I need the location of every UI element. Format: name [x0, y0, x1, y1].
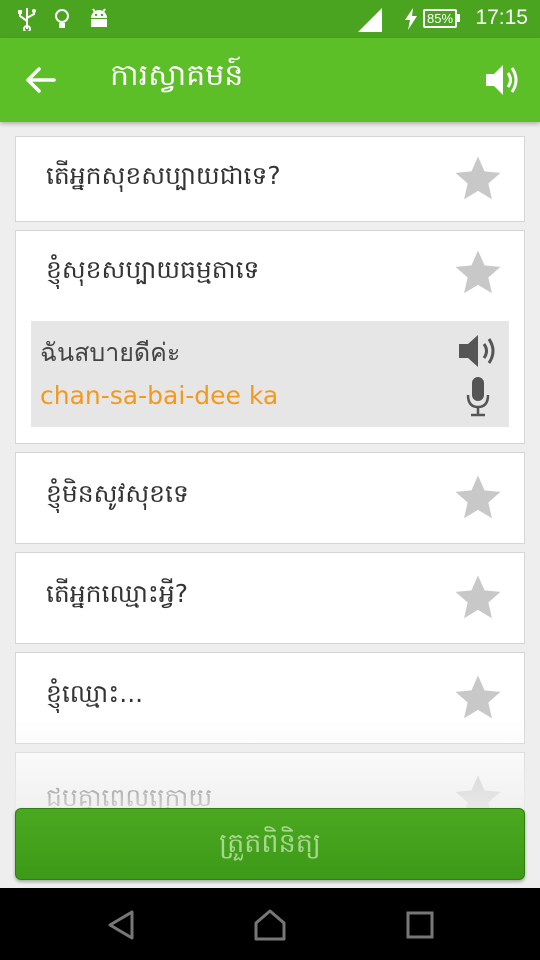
translation-panel: ฉันสบายดีค่ะ chan-sa-bai-dee ka [31, 321, 509, 427]
speaker-icon[interactable] [484, 62, 522, 98]
star-icon[interactable] [450, 471, 506, 525]
phrase-text: ខ្ញុំឈ្មោះ... [46, 679, 144, 708]
list-item[interactable]: តើអ្នកសុខសប្បាយជាទេ? [15, 136, 525, 222]
phrase-text: តើអ្នកសុខសប្បាយជាទេ? [46, 161, 281, 190]
status-time: 17:15 [475, 6, 528, 29]
translation-text: ฉันสบายดีค่ะ [40, 338, 181, 367]
list-item[interactable]: តើអ្នកឈ្មោះអ្វី? [15, 552, 525, 644]
back-arrow-icon[interactable] [24, 64, 60, 96]
battery-tip [457, 14, 460, 22]
test-button[interactable]: ត្រួតពិនិត្យ [15, 808, 525, 880]
list-item[interactable]: ខ្ញុំឈ្មោះ... [15, 652, 525, 744]
star-icon[interactable] [450, 571, 506, 625]
battery-percent: 85% [426, 11, 454, 26]
list-item[interactable]: ខ្ញុំមិនសូវសុខទេ [15, 452, 525, 544]
play-audio-icon[interactable] [457, 331, 501, 371]
nav-back-icon[interactable] [102, 906, 142, 944]
battery-icon: 85% [423, 9, 457, 28]
lightbulb-icon [52, 7, 72, 35]
romanization-text: chan-sa-bai-dee ka [40, 381, 279, 410]
star-icon[interactable] [450, 152, 506, 206]
page-title: ការស្វាគមន៍ [110, 58, 244, 93]
phrase-text: តើអ្នកឈ្មោះអ្វី? [46, 579, 189, 608]
phrase-text: ខ្ញុំសុខសប្បាយធម្មតាទេ [46, 255, 260, 284]
microphone-icon[interactable] [465, 375, 491, 417]
list-item-expanded[interactable]: ខ្ញុំសុខសប្បាយធម្មតាទេ ฉันสบายดีค่ะ chan… [15, 230, 525, 444]
charging-icon [404, 8, 418, 34]
star-icon[interactable] [450, 246, 506, 300]
nav-recents-icon[interactable] [400, 906, 440, 944]
android-icon [88, 7, 110, 35]
navigation-bar [0, 888, 540, 960]
signal-icon [358, 8, 382, 36]
test-button-label: ត្រួតពិនិត្យ [219, 828, 321, 859]
usb-icon [16, 7, 38, 35]
status-bar: 85% 17:15 [0, 0, 540, 38]
phrase-text: ខ្ញុំមិនសូវសុខទេ [46, 479, 189, 508]
star-icon[interactable] [450, 671, 506, 725]
phrase-list[interactable]: តើអ្នកសុខសប្បាយជាទេ? ខ្ញុំសុខសប្បាយធម្មត… [0, 122, 540, 888]
app-bar: ការស្វាគមន៍ [0, 38, 540, 122]
nav-home-icon[interactable] [250, 906, 290, 944]
